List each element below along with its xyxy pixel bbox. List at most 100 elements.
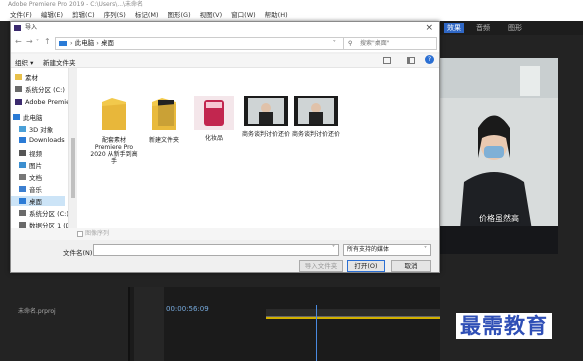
search-placeholder: 搜索"桌面" xyxy=(360,40,390,47)
tab-graphics[interactable]: 图形 xyxy=(508,23,522,33)
sidebar-item-label: 图片 xyxy=(29,162,42,170)
menu-item[interactable]: 编辑(E) xyxy=(41,9,63,21)
sidebar-item[interactable]: Adobe Premiere xyxy=(15,98,68,106)
file-type-select[interactable]: 所有支持的媒体 ˅ xyxy=(343,244,431,256)
file-item[interactable]: 商务谈判讨价还价 xyxy=(291,96,341,138)
video-frame-illustration xyxy=(440,58,558,254)
menu-item[interactable]: 文件(F) xyxy=(10,9,32,21)
cancel-button[interactable]: 取消 xyxy=(391,260,431,272)
sidebar-item[interactable]: 桌面 xyxy=(11,196,65,206)
close-icon[interactable]: × xyxy=(425,22,433,34)
sidebar-item[interactable]: 视频 xyxy=(19,148,42,158)
back-icon[interactable]: ← xyxy=(15,37,22,46)
folder-icon xyxy=(15,74,22,80)
video-thumbnail-icon xyxy=(241,96,291,128)
navigation-pane: 素材系统分区 (C:) Adobe Premiere 此电脑 3D 对象 Downloa… xyxy=(11,68,69,236)
download-icon xyxy=(19,137,26,143)
organize-button[interactable]: 组织 ▾ xyxy=(15,57,33,67)
new-folder-button[interactable]: 新建文件夹 xyxy=(43,57,76,67)
sidebar-item-label: 视频 xyxy=(29,150,42,158)
tab-effects[interactable]: 效果 xyxy=(444,23,464,33)
address-bar[interactable]: › 此电脑 › 桌面 ˅ ↻ xyxy=(55,37,355,50)
music-icon xyxy=(19,186,26,192)
scrollbar-thumb[interactable] xyxy=(71,138,75,198)
menu-item[interactable]: 帮助(H) xyxy=(265,9,288,21)
scrollbar[interactable] xyxy=(69,68,77,236)
video-subtitle: 价格虽然高 xyxy=(479,214,519,223)
sidebar-item-label: 素材 xyxy=(25,74,38,82)
menu-item[interactable]: 标记(M) xyxy=(135,9,159,21)
view-icon[interactable] xyxy=(383,57,391,64)
file-list: 配套素材 Premiere Pro 2020 从新手到高手 新建文件夹 化妆品 商务谈… xyxy=(77,68,439,228)
chevron-down-icon[interactable]: ˅ xyxy=(424,245,427,255)
import-folder-button[interactable]: 导入文件夹 xyxy=(299,260,343,272)
drive-icon xyxy=(19,210,26,216)
breadcrumb-this-pc[interactable]: 此电脑 xyxy=(75,39,95,47)
chevron-down-icon[interactable]: ˅ xyxy=(36,39,39,46)
filename-label: 文件名(N): xyxy=(63,249,95,257)
image-sequence-checkbox[interactable] xyxy=(77,231,83,237)
sidebar-item-label: 3D 对象 xyxy=(29,126,54,134)
premiere-icon xyxy=(15,99,22,105)
sidebar-item-label: 音乐 xyxy=(29,186,42,194)
open-button[interactable]: 打开(O) xyxy=(347,260,385,272)
timeline-panels xyxy=(10,287,440,361)
forward-icon[interactable]: → xyxy=(26,37,33,46)
sidebar-item[interactable]: 文档 xyxy=(19,172,42,182)
file-item[interactable]: 新建文件夹 xyxy=(139,96,189,144)
sidebar-item-label: 文档 xyxy=(29,174,42,182)
dialog-toolbar: 组织 ▾ 新建文件夹 ? xyxy=(11,54,439,68)
up-icon[interactable]: ↑ xyxy=(44,37,51,46)
program-monitor-video xyxy=(440,58,558,254)
workspace-tabs: 效果 音频 图形 xyxy=(440,21,583,35)
computer-icon xyxy=(13,114,20,120)
sidebar-item[interactable]: 3D 对象 xyxy=(19,124,53,134)
watermark-logo: 最需教育 xyxy=(456,313,552,339)
image-sequence-label: 图像序列 xyxy=(85,230,110,237)
tools-panel xyxy=(134,287,164,361)
desktop-icon xyxy=(19,198,26,204)
breadcrumb-desktop[interactable]: 桌面 xyxy=(101,39,114,47)
tab-audio[interactable]: 音频 xyxy=(476,23,490,33)
folder-thumbnail-icon xyxy=(89,96,139,134)
sidebar-item[interactable]: 图片 xyxy=(19,160,42,170)
chevron-down-icon[interactable]: ˅ xyxy=(333,38,336,49)
filename-field[interactable]: ˅ xyxy=(93,244,339,256)
sidebar-item[interactable]: 此电脑 xyxy=(13,112,43,122)
project-filename: 未命名.prproj xyxy=(18,308,56,315)
sidebar-item[interactable]: 系统分区 (C:) xyxy=(15,84,65,94)
preview-pane-icon[interactable] xyxy=(407,57,415,64)
video-thumbnail-icon xyxy=(291,96,341,128)
sidebar-item-label: 系统分区 (C:) xyxy=(29,210,69,218)
sidebar-item[interactable]: 系统分区 (C:) xyxy=(19,208,69,218)
menu-item[interactable]: 视图(V) xyxy=(200,9,223,21)
file-item[interactable]: 商务谈判讨价还价 xyxy=(241,96,291,138)
computer-icon xyxy=(59,41,67,46)
file-item[interactable]: 配套素材 Premiere Pro 2020 从新手到高手 xyxy=(89,96,139,165)
video-icon xyxy=(19,150,26,156)
timeline-ruler[interactable] xyxy=(266,309,440,317)
help-icon[interactable]: ? xyxy=(425,55,434,64)
sidebar-item[interactable]: 音乐 xyxy=(19,184,42,194)
file-item[interactable]: 化妆品 xyxy=(189,96,239,142)
playhead[interactable] xyxy=(316,305,317,361)
work-area-bar[interactable] xyxy=(266,317,440,319)
chevron-down-icon[interactable]: ˅ xyxy=(332,245,335,252)
menu-item[interactable]: 窗口(W) xyxy=(231,9,256,21)
drive-icon xyxy=(15,86,22,92)
menu-bar: 文件(F) 编辑(E) 剪辑(C) 序列(S) 标记(M) 图形(G) 视图(V) 窗口(W)… xyxy=(0,9,583,21)
search-input[interactable]: ⚲ 搜索"桌面" xyxy=(343,37,437,50)
menu-item[interactable]: 剪辑(C) xyxy=(72,9,95,21)
image-thumbnail-icon xyxy=(189,96,239,132)
cube-icon xyxy=(19,126,26,132)
file-name: 配套素材 Premiere Pro 2020 从新手到高手 xyxy=(90,137,138,165)
sidebar-item[interactable]: 素材 xyxy=(15,72,38,82)
file-name: 化妆品 xyxy=(204,135,223,142)
sidebar-item-label: 系统分区 (C:) xyxy=(25,86,65,94)
options-strip: 图像序列 xyxy=(11,228,439,240)
timeline-timecode[interactable]: 00:00:56:09 xyxy=(166,305,209,313)
menu-item[interactable]: 图形(G) xyxy=(168,9,191,21)
sidebar-item[interactable]: Downloads xyxy=(19,136,65,144)
menu-item[interactable]: 序列(S) xyxy=(104,9,126,21)
file-name: 商务谈判讨价还价 xyxy=(241,131,290,138)
